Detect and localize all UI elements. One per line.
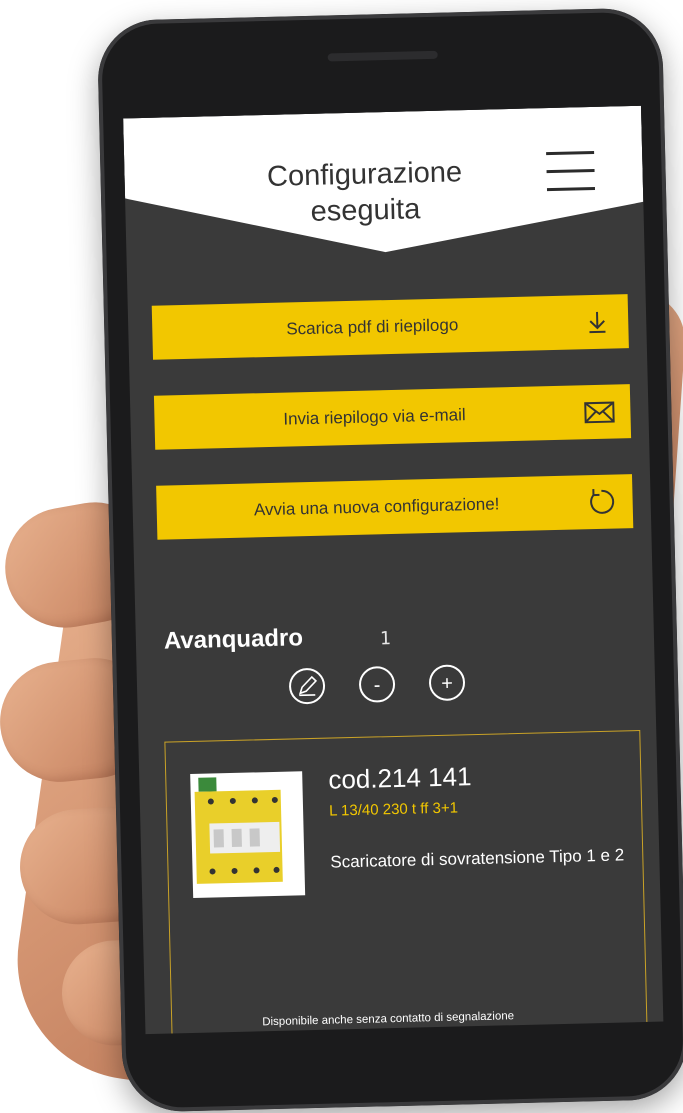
page-title: Configurazione eseguita — [266, 156, 463, 228]
product-card[interactable]: cod.214 141 L 13/40 230 t ff 3+1 Scarica… — [164, 729, 648, 1035]
section-count: 1 — [379, 628, 392, 650]
app-header: Configurazione eseguita — [123, 105, 645, 269]
new-configuration-button[interactable]: Avvia una nuova configurazione! — [156, 474, 634, 540]
section-title: Avanquadro — [163, 624, 304, 655]
product-model: L 13/40 230 t ff 3+1 — [328, 799, 459, 820]
edit-button[interactable] — [288, 667, 326, 705]
download-icon — [589, 311, 606, 334]
increase-button[interactable]: + — [428, 664, 466, 702]
product-description: Scaricatore di sovratensione Tipo 1 e 2 — [330, 845, 625, 872]
decrease-button[interactable]: - — [358, 665, 396, 703]
download-pdf-label: Scarica pdf di riepilogo — [286, 315, 459, 339]
phone-speaker — [327, 50, 438, 62]
product-image — [190, 771, 306, 898]
hamburger-menu-icon[interactable] — [546, 147, 596, 196]
pencil-icon — [298, 675, 318, 697]
mail-icon — [584, 401, 615, 424]
send-email-button[interactable]: Invia riepilogo via e-mail — [153, 384, 632, 450]
new-configuration-label: Avvia una nuova configurazione! — [253, 494, 500, 520]
refresh-icon — [590, 489, 615, 514]
phone-device: Configurazione eseguita Scarica pdf di r… — [96, 7, 683, 1113]
download-pdf-button[interactable]: Scarica pdf di riepilogo — [151, 294, 629, 360]
send-email-label: Invia riepilogo via e-mail — [283, 405, 466, 429]
app-screen: Configurazione eseguita Scarica pdf di r… — [123, 105, 664, 1035]
product-code: cod.214 141 — [327, 761, 472, 795]
